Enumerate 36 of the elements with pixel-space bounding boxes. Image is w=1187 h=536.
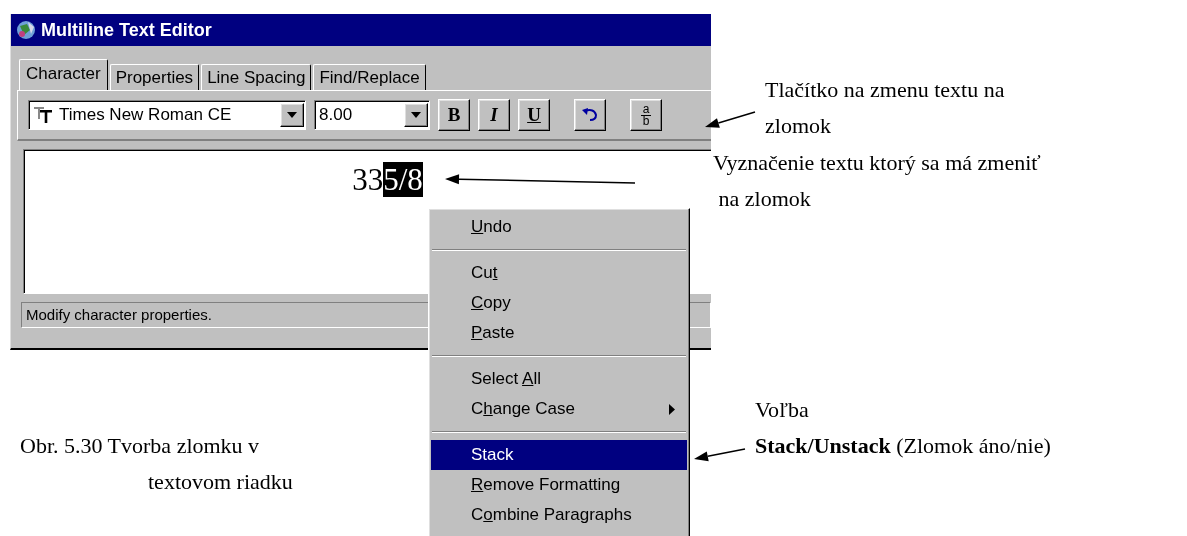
underline-button[interactable]: U (518, 99, 550, 131)
size-dropdown[interactable]: 8.00 (314, 100, 430, 130)
figure-caption: Obr. 5.30 Tvorba zlomku v textovom riadku (20, 432, 293, 496)
annotation-text: Tlačítko na zmenu textu na zlomok (765, 76, 1005, 140)
caret-icon (287, 112, 297, 118)
font-dropdown[interactable]: Times New Roman CE (28, 100, 306, 130)
italic-button[interactable]: I (478, 99, 510, 131)
font-size: 8.00 (319, 105, 354, 125)
submenu-arrow-icon (669, 403, 675, 415)
dropdown-button[interactable] (280, 103, 304, 127)
menu-item[interactable]: Undo (431, 212, 687, 242)
tab[interactable]: Properties (109, 64, 200, 90)
tab[interactable]: Character (19, 59, 108, 90)
menu-item[interactable]: Stack (431, 440, 687, 470)
menu-item[interactable]: Cut (431, 258, 687, 288)
undo-button[interactable] (574, 99, 606, 131)
tab[interactable]: Line Spacing (201, 64, 312, 90)
font-icon (33, 106, 53, 124)
app-icon (15, 19, 37, 41)
tab[interactable]: Find/Replace (313, 64, 426, 90)
dropdown-button[interactable] (404, 103, 428, 127)
window-title: Multiline Text Editor (41, 19, 212, 41)
bold-button[interactable]: B (438, 99, 470, 131)
annotation-text: Vyznačenie textu ktorý sa má zmeniť na zlomok (713, 149, 1041, 213)
caret-icon (411, 112, 421, 118)
menu-item[interactable]: Combine Paragraphs (431, 500, 687, 530)
annotation-text: Voľba Stack/Unstack (Zlomok áno/nie) (755, 396, 1051, 460)
editor-text: 33 (352, 162, 384, 197)
menu-item[interactable]: Change Case (431, 394, 687, 424)
arrow (694, 448, 746, 462)
selected-text: 5/8 (383, 162, 423, 197)
menu-item[interactable]: Remove Formatting (431, 470, 687, 500)
menu-item[interactable]: Select All (431, 364, 687, 394)
undo-icon (580, 107, 600, 123)
font-name: Times New Roman CE (59, 105, 233, 125)
stack-button[interactable]: a b (630, 99, 662, 131)
